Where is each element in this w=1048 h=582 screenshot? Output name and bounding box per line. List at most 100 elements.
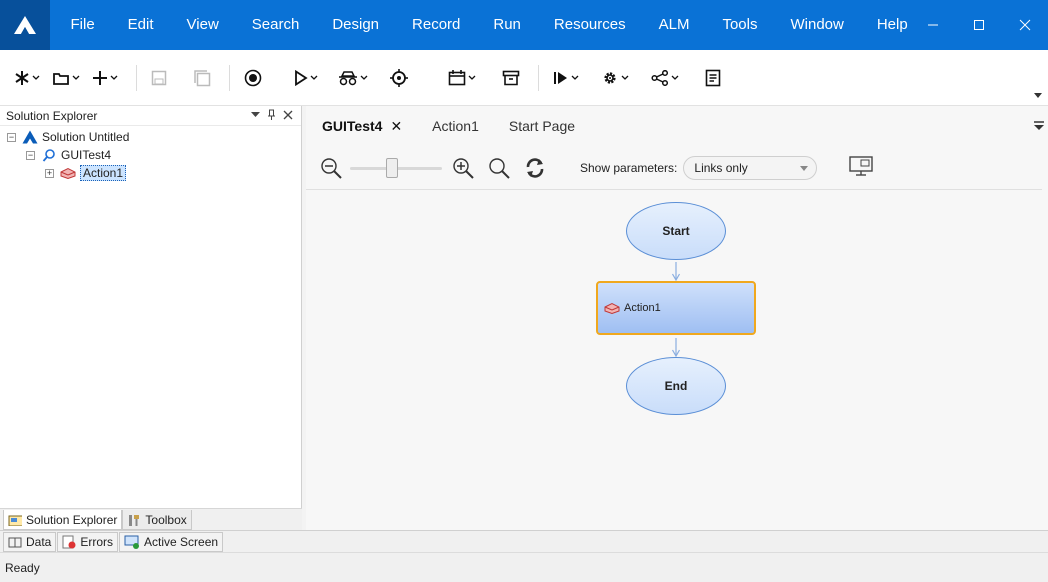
expand-toggle[interactable]: + <box>45 168 54 178</box>
zoom-slider-thumb[interactable] <box>386 157 398 178</box>
document-icon <box>705 69 721 86</box>
toolbar-overflow-icon[interactable] <box>1034 87 1042 101</box>
menu-record[interactable]: Record <box>396 0 477 50</box>
menu-resources[interactable]: Resources <box>537 0 642 50</box>
tab-solution-explorer[interactable]: Solution Explorer <box>3 510 123 530</box>
zoom-slider[interactable] <box>350 157 442 178</box>
solution-tree: − Solution Untitled − GUITest4 + Action1 <box>0 126 301 182</box>
archive-icon <box>502 70 520 85</box>
maximize-icon[interactable] <box>956 0 1002 50</box>
target-icon <box>390 68 408 87</box>
flow-end-node[interactable]: End <box>626 357 726 415</box>
tab-active-screen[interactable]: Active Screen <box>119 531 224 552</box>
tab-toolbox[interactable]: Toolbox <box>122 510 192 530</box>
collapse-toggle[interactable]: − <box>26 150 35 160</box>
magnifier-icon <box>489 157 510 179</box>
window-controls <box>910 0 1048 50</box>
zoom-in-button[interactable] <box>452 157 474 179</box>
tab-label: Start Page <box>508 118 576 134</box>
record-button[interactable] <box>240 62 266 94</box>
errors-icon <box>62 535 76 548</box>
flow-canvas: Start Action1 End <box>306 190 1048 530</box>
tree-item-solution[interactable]: − Solution Untitled <box>0 128 301 146</box>
flow-node-label: Action1 <box>624 302 661 314</box>
refresh-icon <box>526 157 544 178</box>
settings-button[interactable] <box>597 62 633 94</box>
zoom-fit-button[interactable] <box>488 157 510 179</box>
menu-design[interactable]: Design <box>316 0 396 50</box>
close-icon[interactable] <box>1002 0 1048 50</box>
share-button[interactable] <box>647 62 683 94</box>
close-icon[interactable]: ✕ <box>390 118 402 135</box>
menu-search[interactable]: Search <box>235 0 316 50</box>
archive-button[interactable] <box>498 62 524 94</box>
bottom-panel-tabs: Data Errors Active Screen <box>0 530 1048 552</box>
tab-guitest4[interactable]: GUITest4 ✕ <box>322 106 402 146</box>
menu-view[interactable]: View <box>170 0 235 50</box>
menu-file[interactable]: File <box>54 0 111 50</box>
title-bar: File Edit View Search Design Record Run … <box>0 0 1048 50</box>
save-icon <box>151 70 167 85</box>
dropdown-arrow-icon[interactable] <box>251 111 260 118</box>
left-panel-tabs: Solution Explorer Toolbox <box>0 508 302 530</box>
tab-list-menu-icon[interactable] <box>1034 120 1044 134</box>
status-bar: Ready <box>0 552 1048 582</box>
tree-item-action[interactable]: + Action1 <box>0 164 301 182</box>
pin-icon[interactable] <box>267 109 276 120</box>
save-button[interactable] <box>147 62 171 94</box>
minimize-icon[interactable] <box>910 0 956 50</box>
flow-start-node[interactable]: Start <box>626 202 726 260</box>
menu-run[interactable]: Run <box>477 0 538 50</box>
save-all-button[interactable] <box>189 62 215 94</box>
menu-window[interactable]: Window <box>774 0 860 50</box>
menu-edit[interactable]: Edit <box>111 0 170 50</box>
tree-item-test[interactable]: − GUITest4 <box>0 146 301 164</box>
target-button[interactable] <box>386 62 412 94</box>
flow-node-label: Start <box>662 224 690 238</box>
add-icon <box>93 70 107 85</box>
tab-start-page[interactable]: Start Page <box>509 106 575 146</box>
step-icon <box>554 71 567 84</box>
chevron-down-icon <box>310 75 318 80</box>
collapse-toggle[interactable]: − <box>7 132 16 142</box>
main-toolbar <box>0 50 1048 106</box>
panel-header-controls <box>251 109 293 120</box>
add-button[interactable] <box>88 62 122 94</box>
tab-label: GUITest4 <box>322 118 383 134</box>
solution-explorer-panel: Solution Explorer − Solution Untitled − … <box>0 106 302 530</box>
toolbar-separator <box>229 64 230 91</box>
tab-label: Data <box>26 534 52 549</box>
tab-errors[interactable]: Errors <box>57 531 119 552</box>
flow-action-node[interactable]: Action1 <box>596 281 756 335</box>
toolbar-separator <box>538 64 539 91</box>
flow-arrow <box>671 338 681 358</box>
menu-tools[interactable]: Tools <box>706 0 774 50</box>
document-tabs: GUITest4 ✕ Action1 Start Page <box>306 106 1048 146</box>
tab-action1[interactable]: Action1 <box>432 106 479 146</box>
chevron-down-icon <box>621 75 629 80</box>
canvas-toolbar: Show parameters: Links only <box>306 146 1042 190</box>
object-spy-button[interactable] <box>334 62 372 94</box>
run-button[interactable] <box>290 62 322 94</box>
tab-data[interactable]: Data <box>3 531 57 552</box>
step-button[interactable] <box>549 62 583 94</box>
monitor-button[interactable] <box>849 156 874 179</box>
toolbar-separator <box>136 64 137 91</box>
close-icon[interactable] <box>283 110 293 120</box>
document-button[interactable] <box>701 62 725 94</box>
show-parameters-select[interactable]: Links only <box>683 155 818 180</box>
refresh-button[interactable] <box>524 157 546 179</box>
new-button[interactable] <box>10 62 44 94</box>
status-text: Ready <box>5 560 40 575</box>
active-screen-icon <box>124 535 140 549</box>
tab-label: Toolbox <box>145 512 187 527</box>
app-logo-icon[interactable] <box>0 0 50 50</box>
calendar-button[interactable] <box>444 62 480 94</box>
zoom-out-button[interactable] <box>320 157 342 179</box>
chevron-down-icon <box>32 75 40 80</box>
open-button[interactable] <box>48 62 84 94</box>
gui-test-icon <box>41 148 57 162</box>
action-icon <box>604 302 620 314</box>
panel-title: Solution Explorer <box>6 108 98 123</box>
menu-alm[interactable]: ALM <box>642 0 706 50</box>
